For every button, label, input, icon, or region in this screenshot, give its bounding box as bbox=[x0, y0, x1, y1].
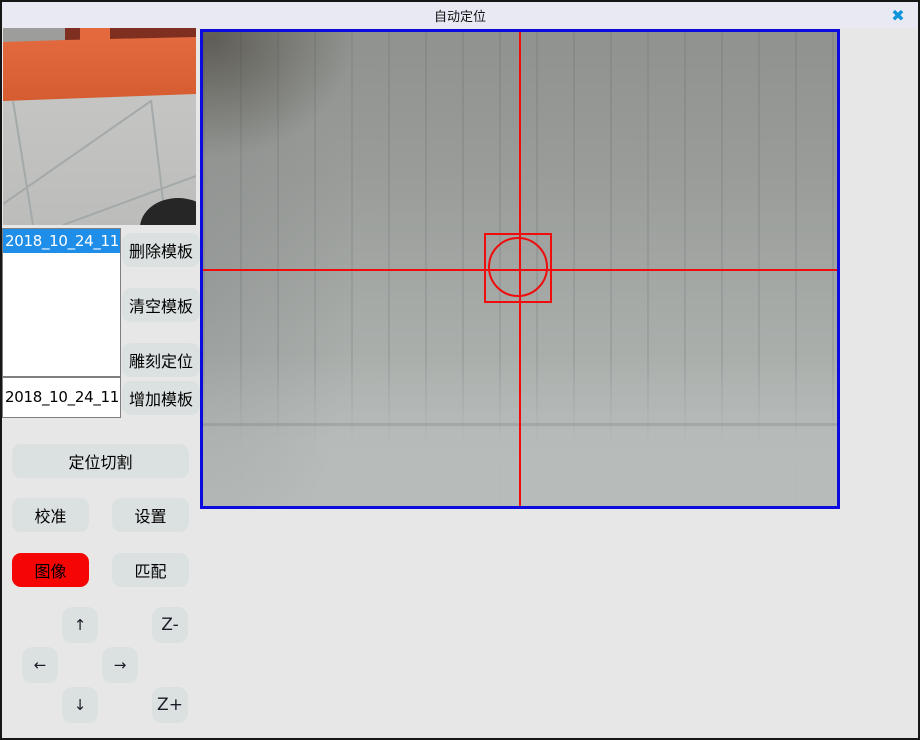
auto-position-dialog: 自动定位 ✖ 2018_10_24_11 2018 bbox=[0, 0, 920, 740]
image-button[interactable]: 图像 bbox=[12, 553, 89, 587]
target-circle bbox=[488, 237, 548, 297]
template-list-item-selected[interactable]: 2018_10_24_11 bbox=[3, 229, 120, 253]
z-plus-label: Z+ bbox=[157, 695, 183, 715]
dialog-title: 自动定位 bbox=[434, 6, 486, 25]
jog-right-button[interactable]: → bbox=[102, 647, 138, 683]
thumbnail-gray-patch bbox=[3, 28, 65, 42]
jog-z-plus-button[interactable]: Z+ bbox=[152, 687, 188, 723]
up-arrow-icon: ↑ bbox=[74, 616, 87, 634]
down-arrow-icon: ↓ bbox=[74, 696, 87, 714]
template-name-field[interactable]: 2018_10_24_11 bbox=[2, 377, 121, 418]
jog-down-button[interactable]: ↓ bbox=[62, 687, 98, 723]
settings-button[interactable]: 设置 bbox=[112, 498, 189, 532]
camera-view[interactable] bbox=[200, 29, 840, 509]
thumbnail-orange-beam bbox=[3, 37, 196, 101]
engrave-position-button[interactable]: 雕刻定位 bbox=[122, 343, 200, 377]
left-arrow-icon: ← bbox=[34, 656, 47, 674]
titlebar: 自动定位 ✖ bbox=[2, 2, 918, 28]
calibrate-button[interactable]: 校准 bbox=[12, 498, 89, 532]
close-icon[interactable]: ✖ bbox=[887, 3, 909, 27]
delete-template-button[interactable]: 删除模板 bbox=[122, 233, 200, 267]
thumbnail-strip-gap bbox=[80, 28, 110, 40]
template-list[interactable]: 2018_10_24_11 bbox=[2, 228, 121, 377]
add-template-button[interactable]: 增加模板 bbox=[122, 381, 200, 415]
jog-left-button[interactable]: ← bbox=[22, 647, 58, 683]
z-minus-label: Z- bbox=[161, 615, 178, 635]
jog-up-button[interactable]: ↑ bbox=[62, 607, 98, 643]
template-thumbnail bbox=[3, 28, 196, 225]
right-arrow-icon: → bbox=[114, 656, 127, 674]
jog-z-minus-button[interactable]: Z- bbox=[152, 607, 188, 643]
position-cut-button[interactable]: 定位切割 bbox=[12, 444, 189, 478]
match-button[interactable]: 匹配 bbox=[112, 553, 189, 587]
clear-templates-button[interactable]: 清空模板 bbox=[122, 288, 200, 322]
